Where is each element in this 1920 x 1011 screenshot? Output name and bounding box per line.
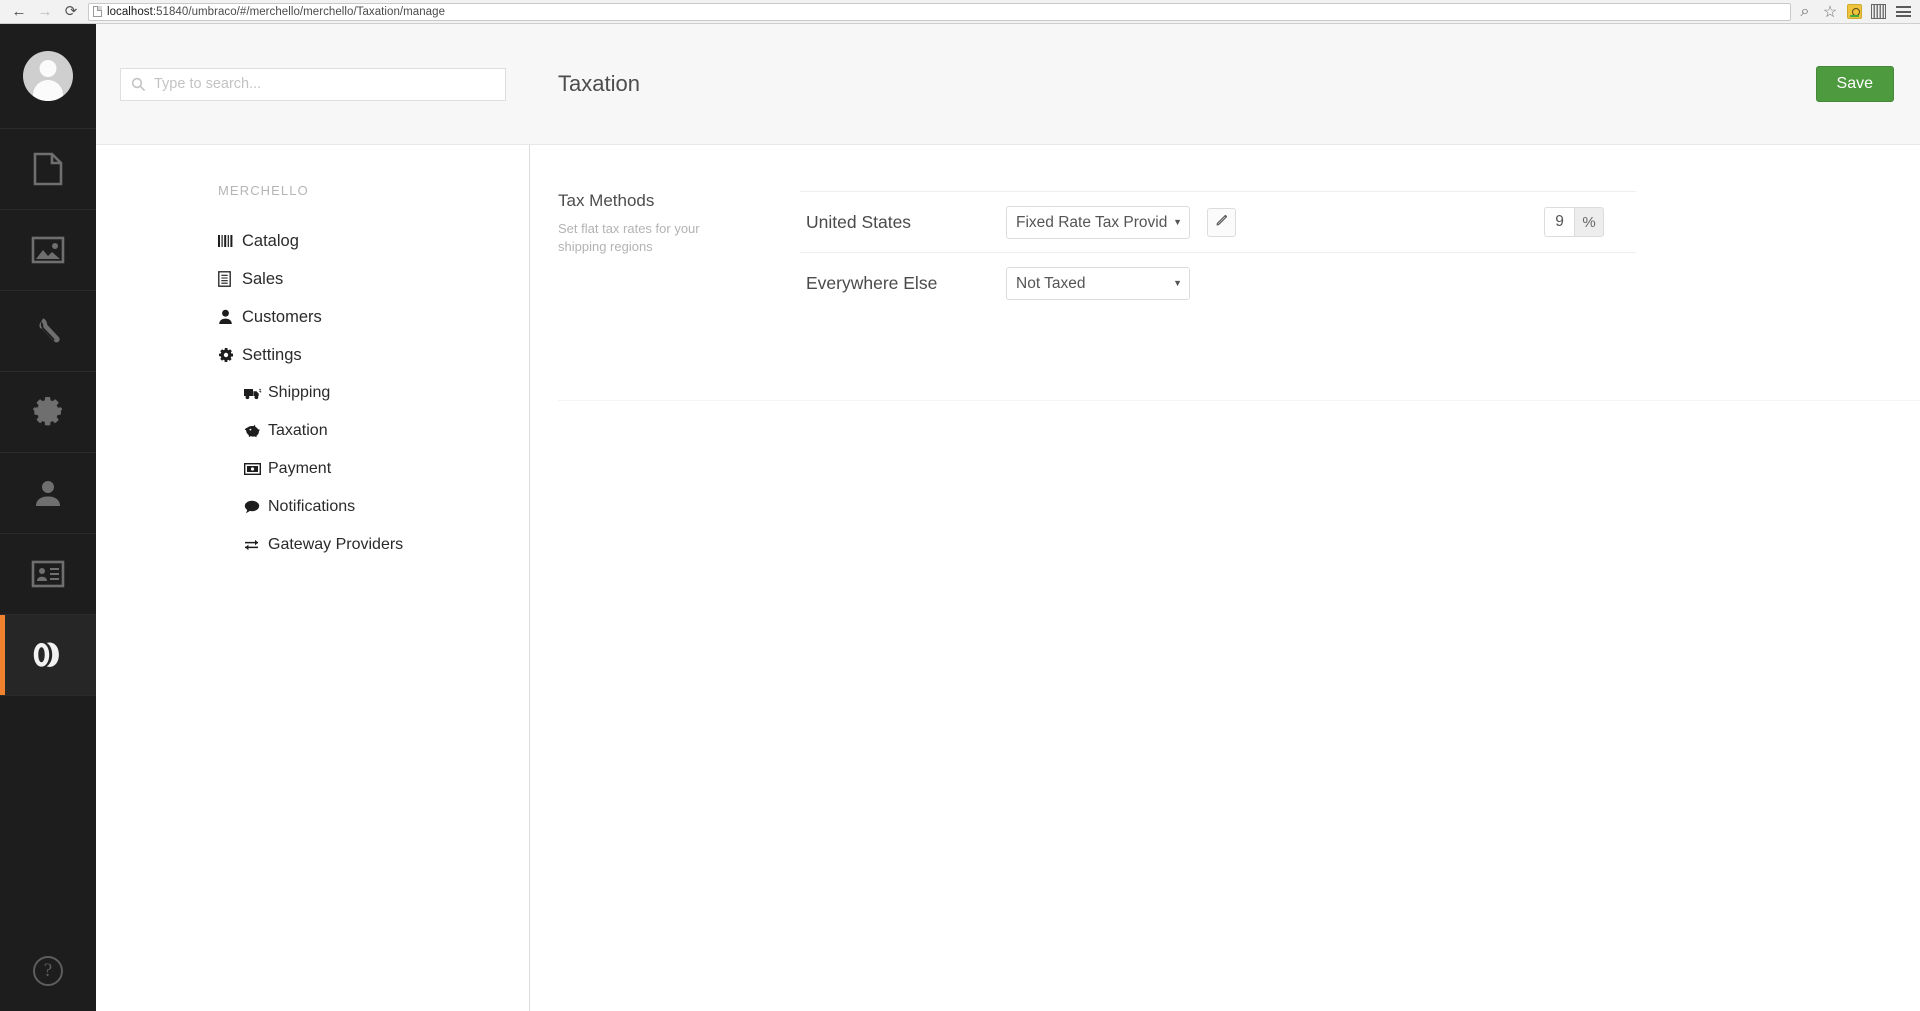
tree-item-sales[interactable]: Sales bbox=[96, 260, 529, 298]
tree-item-label: Payment bbox=[268, 460, 332, 477]
group-description: Set flat tax rates for your shipping reg… bbox=[558, 221, 700, 254]
tree-item-label: Settings bbox=[242, 345, 302, 364]
tree-item-label: Customers bbox=[242, 307, 322, 326]
table-row: United States Fixed Rate Tax Provider ▼ bbox=[800, 191, 1636, 252]
avatar[interactable] bbox=[0, 24, 96, 129]
tree-item-taxation[interactable]: Taxation bbox=[96, 412, 529, 450]
help-question-icon: ? bbox=[33, 955, 63, 986]
help-button[interactable]: ? bbox=[0, 930, 96, 1011]
zoom-search-icon[interactable]: ⌕ bbox=[1797, 3, 1813, 20]
provider-select-shell: Fixed Rate Tax Provider ▼ bbox=[1006, 205, 1190, 239]
search-input[interactable] bbox=[154, 76, 495, 92]
tax-provider-select-united-states[interactable]: Fixed Rate Tax Provider bbox=[1006, 205, 1190, 239]
sidebar-item-media[interactable] bbox=[0, 210, 96, 291]
barcode-icon bbox=[218, 234, 242, 248]
tree-heading: MERCHELLO bbox=[218, 183, 309, 198]
forward-arrow-icon[interactable]: → bbox=[32, 1, 58, 23]
invoice-icon bbox=[218, 271, 242, 287]
star-bookmark-icon[interactable]: ☆ bbox=[1822, 4, 1838, 21]
pencil-icon bbox=[1215, 213, 1229, 232]
tree-item-shipping[interactable]: Shipping bbox=[96, 374, 529, 412]
sidebar-item-settings[interactable] bbox=[0, 372, 96, 453]
editor-header: Taxation Save bbox=[530, 24, 1920, 145]
save-button[interactable]: Save bbox=[1815, 66, 1894, 102]
sidebar-item-merchello[interactable] bbox=[0, 615, 96, 696]
gear-icon bbox=[218, 347, 242, 363]
user-avatar-icon bbox=[23, 51, 73, 101]
percent-addon: % bbox=[1574, 207, 1604, 237]
content-document-icon bbox=[33, 152, 63, 186]
section-tree-pane: MERCHELLO Catalog Sales Customers bbox=[96, 24, 530, 1011]
id-card-icon bbox=[31, 560, 65, 588]
search-box[interactable] bbox=[120, 67, 506, 101]
search-icon bbox=[131, 77, 146, 92]
browser-menu-icon[interactable] bbox=[1895, 4, 1911, 20]
url-host: localhost bbox=[107, 5, 153, 18]
truck-icon bbox=[244, 387, 268, 400]
editor-body: Tax Methods Set flat tax rates for your … bbox=[530, 145, 1920, 401]
address-bar[interactable]: localhost:51840/umbraco/#/merchello/merc… bbox=[88, 2, 1791, 21]
reload-icon[interactable]: ⟳ bbox=[58, 1, 84, 23]
tax-methods-group-header: Tax Methods Set flat tax rates for your … bbox=[530, 191, 800, 313]
sidebar-item-users[interactable] bbox=[0, 453, 96, 534]
browser-chrome: ← → ⟳ localhost:51840/umbraco/#/merchell… bbox=[0, 0, 1920, 24]
extension-orange-icon[interactable] bbox=[1847, 4, 1862, 19]
provider-select-shell: Not Taxed ▼ bbox=[1006, 266, 1190, 300]
tree-item-label: Shipping bbox=[268, 384, 331, 401]
sidebar-item-content[interactable] bbox=[0, 129, 96, 210]
tree-item-settings[interactable]: Settings bbox=[96, 336, 529, 374]
page-title: Taxation bbox=[558, 71, 640, 96]
tree-item-label: Taxation bbox=[268, 422, 328, 439]
url-path: :51840/umbraco/#/merchello/merchello/Tax… bbox=[152, 5, 446, 18]
tree-item-catalog[interactable]: Catalog bbox=[96, 222, 529, 260]
tree-item-notifications[interactable]: Notifications bbox=[96, 488, 529, 526]
tax-rate-input[interactable] bbox=[1544, 207, 1574, 237]
region-label: Everywhere Else bbox=[806, 272, 938, 293]
table-row: Everywhere Else Not Taxed ▼ bbox=[800, 252, 1636, 313]
tree-item-label: Notifications bbox=[268, 498, 356, 515]
browser-nav-buttons: ← → ⟳ bbox=[0, 1, 84, 23]
extension-filmstrip-icon[interactable] bbox=[1871, 4, 1886, 19]
piggy-bank-icon bbox=[244, 424, 268, 438]
tax-provider-select-everywhere-else[interactable]: Not Taxed bbox=[1006, 266, 1190, 300]
editor-header-actions: Save bbox=[1815, 66, 1894, 102]
group-title: Tax Methods bbox=[558, 191, 655, 210]
tree-item-label: Catalog bbox=[242, 231, 299, 250]
sidebar-item-developer[interactable] bbox=[0, 291, 96, 372]
gear-icon bbox=[32, 396, 64, 428]
tax-methods-rows: United States Fixed Rate Tax Provider ▼ bbox=[800, 191, 1636, 313]
tree: MERCHELLO Catalog Sales Customers Settin… bbox=[96, 145, 529, 564]
browser-toolbar-icons: ⌕ ☆ bbox=[1797, 3, 1920, 21]
app-section-nav: ? bbox=[0, 24, 96, 1011]
tree-item-customers[interactable]: Customers bbox=[96, 298, 529, 336]
money-bill-icon bbox=[244, 463, 268, 475]
region-label: United States bbox=[806, 211, 912, 232]
umbraco-app: ? MERCHELLO Catalog bbox=[0, 24, 1920, 1011]
speech-bubble-icon bbox=[244, 500, 268, 514]
url-text: localhost:51840/umbraco/#/merchello/merc… bbox=[107, 6, 445, 18]
search-zone bbox=[96, 24, 530, 145]
user-person-icon bbox=[33, 478, 63, 508]
tree-item-gateway-providers[interactable]: Gateway Providers bbox=[96, 526, 529, 564]
tree-item-label: Gateway Providers bbox=[268, 536, 404, 553]
tree-item-payment[interactable]: Payment bbox=[96, 450, 529, 488]
wrench-icon bbox=[32, 315, 64, 347]
sidebar-item-members[interactable] bbox=[0, 534, 96, 615]
section-divider bbox=[558, 400, 1920, 401]
page-icon bbox=[93, 6, 102, 17]
merchello-logo-icon bbox=[29, 639, 67, 671]
back-arrow-icon[interactable]: ← bbox=[6, 1, 32, 23]
tax-methods-group: Tax Methods Set flat tax rates for your … bbox=[530, 191, 1920, 313]
editor: Taxation Save Tax Methods Set flat tax r… bbox=[530, 24, 1920, 1011]
exchange-arrows-icon bbox=[244, 538, 268, 552]
tax-rate-field: % bbox=[1544, 207, 1604, 237]
media-image-icon bbox=[31, 236, 65, 264]
customer-icon bbox=[218, 309, 242, 325]
tree-item-label: Sales bbox=[242, 269, 284, 288]
edit-tax-method-button[interactable] bbox=[1207, 207, 1236, 237]
